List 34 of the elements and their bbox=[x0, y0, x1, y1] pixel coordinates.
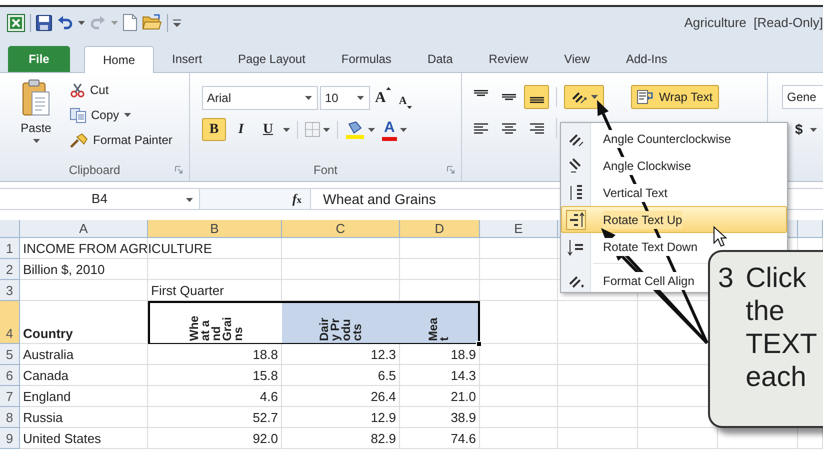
table-cell: 74.6 bbox=[450, 430, 476, 448]
step-number: 3 bbox=[718, 261, 734, 295]
table-cell: Australia bbox=[23, 346, 74, 364]
instruction-text: each bbox=[746, 360, 808, 393]
table-cell: 4.6 bbox=[260, 388, 278, 406]
table-cell: Billion $, 2010 bbox=[23, 261, 105, 279]
table-cell: 18.8 bbox=[252, 346, 278, 364]
table-cell: Country bbox=[23, 325, 73, 343]
table-cell: Meat bbox=[400, 301, 480, 344]
table-cell: 14.3 bbox=[450, 367, 476, 385]
table-cell: 38.9 bbox=[450, 409, 476, 427]
table-cell: Canada bbox=[23, 367, 69, 385]
instruction-text: TEXT bbox=[746, 327, 818, 360]
instruction-text: the bbox=[746, 294, 786, 327]
table-cell: United States bbox=[23, 430, 102, 448]
table-cell: 18.9 bbox=[450, 346, 476, 364]
table-cell: INCOME FROM AGRICULTURE bbox=[23, 240, 212, 258]
table-cell: Dairy Products bbox=[282, 301, 400, 344]
instruction-text: Click bbox=[746, 261, 808, 294]
window-title: Agriculture [Read-Only] bbox=[684, 14, 823, 32]
group-label: Clipboard bbox=[68, 162, 120, 179]
table-cell: 92.0 bbox=[252, 430, 278, 448]
table-cell: 12.9 bbox=[370, 409, 396, 427]
table-cell: 15.8 bbox=[252, 367, 278, 385]
table-cell: 12.3 bbox=[370, 346, 396, 364]
table-cell: 26.4 bbox=[370, 388, 396, 406]
table-cell: 21.0 bbox=[450, 388, 476, 406]
table-cell: 82.9 bbox=[370, 430, 396, 448]
table-cell: 6.5 bbox=[378, 367, 396, 385]
table-cell: First Quarter bbox=[151, 282, 224, 300]
table-cell: Russia bbox=[23, 409, 63, 427]
table-cell: England bbox=[23, 388, 71, 406]
group-label: Font bbox=[313, 162, 338, 179]
table-cell: 52.7 bbox=[252, 409, 278, 427]
